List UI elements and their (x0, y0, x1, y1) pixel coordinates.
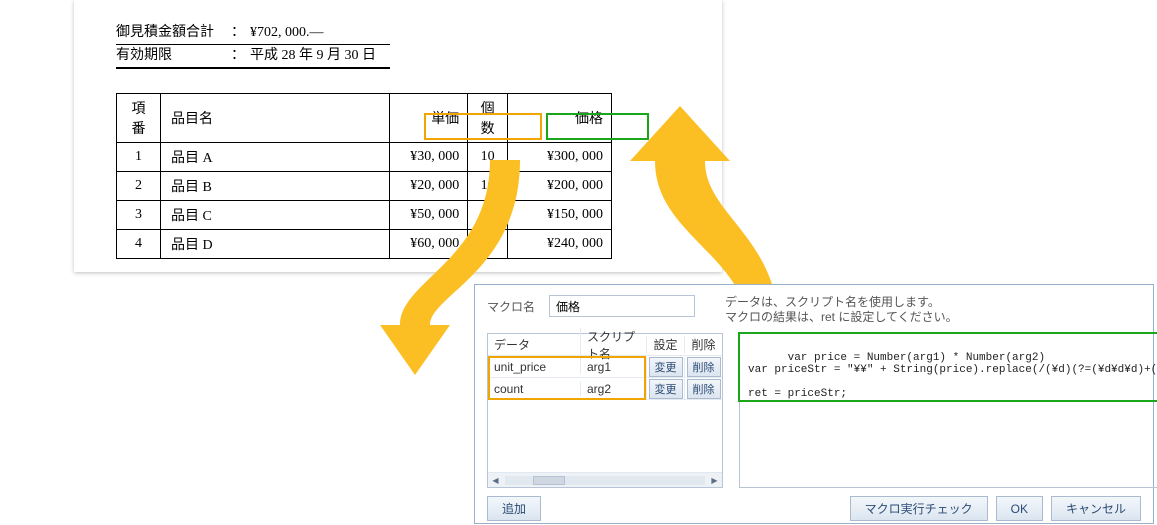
colon: ： (226, 22, 250, 44)
table-row: 3品目 C¥50, 0003¥150, 000 (117, 201, 612, 230)
cell-no: 4 (117, 230, 161, 259)
grid-header-del: 削除 (684, 336, 722, 353)
cell-no: 2 (117, 172, 161, 201)
cell-count: 10 (468, 172, 508, 201)
grid-cell-data: unit_price (488, 360, 580, 374)
table-row: 1品目 A¥30, 00010¥300, 000 (117, 143, 612, 172)
valid-value: 平成 28 年 9 月 30 日 (250, 45, 390, 67)
header-count: 個数 (468, 94, 508, 143)
cell-count: 4 (468, 230, 508, 259)
grid-cell-set: 変更 (646, 357, 684, 377)
help-text: データは、スクリプト名を使用します。 マクロの結果は、ret に設定してください… (725, 295, 958, 325)
grid-cell-data: count (488, 382, 580, 396)
scroll-track[interactable] (505, 476, 705, 485)
cell-price: ¥200, 000 (508, 172, 612, 201)
total-value: ¥702, 000.― (250, 22, 390, 44)
header-name: 品目名 (160, 94, 389, 143)
header-no: 項番 (117, 94, 161, 143)
grid-row: countarg2変更削除 (488, 378, 722, 400)
colon: ： (226, 45, 250, 67)
help-line-2: マクロの結果は、ret に設定してください。 (725, 310, 958, 325)
change-button[interactable]: 変更 (649, 379, 683, 399)
cell-name: 品目 A (160, 143, 389, 172)
data-grid: データ スクリプト名 設定 削除 unit_pricearg1変更削除count… (487, 333, 723, 488)
grid-row: unit_pricearg1変更削除 (488, 356, 722, 378)
cell-unit: ¥30, 000 (390, 143, 468, 172)
ok-button[interactable]: OK (996, 496, 1043, 521)
macro-check-button[interactable]: マクロ実行チェック (850, 496, 988, 521)
grid-cell-set: 変更 (646, 379, 684, 399)
grid-cell-del: 削除 (684, 357, 722, 377)
delete-button[interactable]: 削除 (687, 379, 721, 399)
grid-header-data: データ (488, 336, 580, 353)
macro-name-input[interactable] (549, 295, 695, 317)
grid-header: データ スクリプト名 設定 削除 (488, 334, 722, 356)
header-price: 価格 (508, 94, 612, 143)
header-unit: 単価 (390, 94, 468, 143)
cell-unit: ¥50, 000 (390, 201, 468, 230)
cell-name: 品目 C (160, 201, 389, 230)
table-row: 4品目 D¥60, 0004¥240, 000 (117, 230, 612, 259)
total-row: 御見積金額合計 ： ¥702, 000.― (116, 22, 390, 45)
grid-cell-del: 削除 (684, 379, 722, 399)
table-row: 2品目 B¥20, 00010¥200, 000 (117, 172, 612, 201)
valid-label: 有効期限 (116, 45, 226, 67)
cell-name: 品目 B (160, 172, 389, 201)
cell-count: 3 (468, 201, 508, 230)
scroll-right-icon[interactable]: ▶ (707, 476, 722, 485)
cell-price: ¥240, 000 (508, 230, 612, 259)
quote-header-row: 項番 品目名 単価 個数 価格 (117, 94, 612, 143)
grid-cell-script: arg1 (580, 360, 646, 374)
cell-no: 3 (117, 201, 161, 230)
total-label: 御見積金額合計 (116, 22, 226, 44)
cell-unit: ¥60, 000 (390, 230, 468, 259)
script-code: var price = Number(arg1) * Number(arg2) … (748, 352, 1157, 400)
cell-count: 10 (468, 143, 508, 172)
grid-header-set: 設定 (646, 336, 684, 353)
help-line-1: データは、スクリプト名を使用します。 (725, 295, 958, 310)
script-editor[interactable]: var price = Number(arg1) * Number(arg2) … (739, 333, 1157, 488)
macro-name-label: マクロ名 (487, 298, 535, 315)
cell-price: ¥300, 000 (508, 143, 612, 172)
scroll-left-icon[interactable]: ◀ (488, 476, 503, 485)
change-button[interactable]: 変更 (649, 357, 683, 377)
grid-scrollbar[interactable]: ◀ ▶ (488, 472, 722, 487)
cell-price: ¥150, 000 (508, 201, 612, 230)
add-button[interactable]: 追加 (487, 496, 541, 521)
cell-name: 品目 D (160, 230, 389, 259)
cell-no: 1 (117, 143, 161, 172)
quote-table: 項番 品目名 単価 個数 価格 1品目 A¥30, 00010¥300, 000… (116, 93, 612, 259)
grid-cell-script: arg2 (580, 382, 646, 396)
scroll-thumb[interactable] (533, 476, 565, 485)
delete-button[interactable]: 削除 (687, 357, 721, 377)
cancel-button[interactable]: キャンセル (1051, 496, 1141, 521)
estimate-document: 御見積金額合計 ： ¥702, 000.― 有効期限 ： 平成 28 年 9 月… (74, 0, 722, 272)
cell-unit: ¥20, 000 (390, 172, 468, 201)
valid-row: 有効期限 ： 平成 28 年 9 月 30 日 (116, 45, 390, 69)
macro-dialog: マクロ名 データは、スクリプト名を使用します。 マクロの結果は、ret に設定し… (474, 284, 1154, 524)
